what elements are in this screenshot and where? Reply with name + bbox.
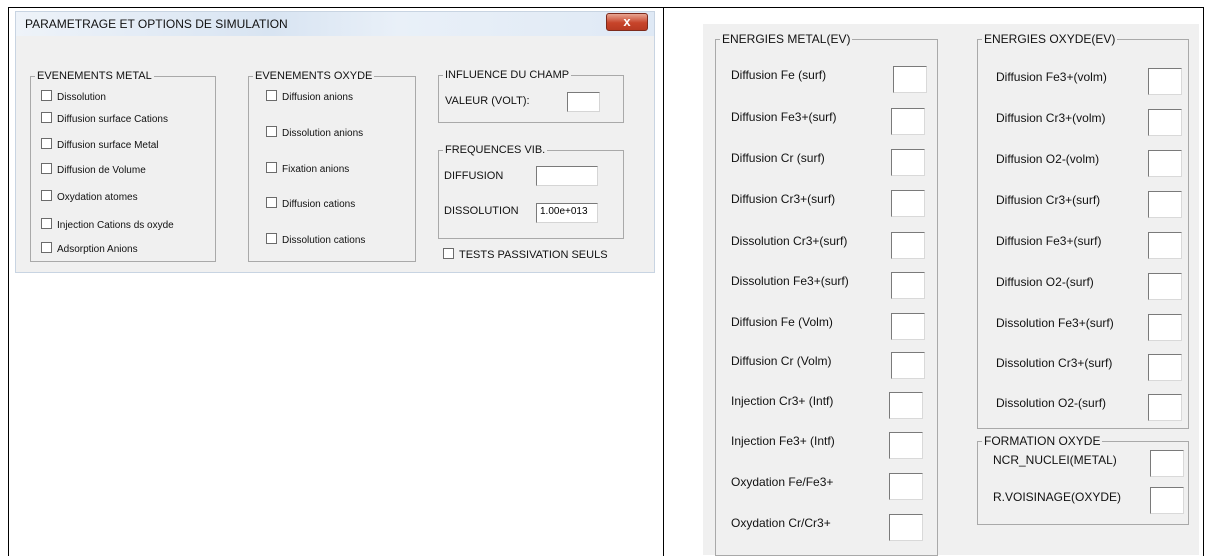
checkbox-diffusion-anions[interactable]: Diffusion anions xyxy=(266,90,353,103)
diffusion-freq-label: DIFFUSION xyxy=(444,170,504,182)
energy-metal-label-8: Injection Cr3+ (Intf) xyxy=(731,394,834,408)
energies-oxyde-legend: ENERGIES OXYDE(EV) xyxy=(984,32,1116,46)
checkbox-dissolution-cations[interactable]: Dissolution cations xyxy=(266,233,365,246)
energies-dialog: ENERGIES METAL(EV) Diffusion Fe (surf) D… xyxy=(703,24,1199,556)
energy-oxyde-label-3: Diffusion Cr3+(surf) xyxy=(996,193,1101,207)
checkbox-tests-passivation[interactable]: TESTS PASSIVATION SEULS xyxy=(443,248,608,261)
energy-oxyde-input-7[interactable] xyxy=(1148,354,1182,381)
checkbox-dissolution[interactable]: Dissolution xyxy=(41,90,106,103)
frame-divider xyxy=(663,7,664,556)
checkbox-oxydation-atomes[interactable]: Oxydation atomes xyxy=(41,190,138,203)
energy-metal-label-3: Diffusion Cr3+(surf) xyxy=(731,192,836,206)
formation-oxyde-legend: FORMATION OXYDE xyxy=(984,434,1101,448)
checkbox-diffusion-surface-metal[interactable]: Diffusion surface Metal xyxy=(41,138,159,151)
energy-metal-input-3[interactable] xyxy=(891,190,925,217)
checkbox-diffusion-surface-cations[interactable]: Diffusion surface Cations xyxy=(41,112,168,125)
energy-oxyde-label-5: Diffusion O2-(surf) xyxy=(996,275,1094,289)
energy-oxyde-input-6[interactable] xyxy=(1148,314,1182,341)
energy-metal-input-1[interactable] xyxy=(891,108,925,135)
ncr-nuclei-input[interactable] xyxy=(1150,450,1184,477)
frame-top-left xyxy=(8,7,9,556)
energy-oxyde-input-5[interactable] xyxy=(1148,273,1182,300)
energy-oxyde-label-6: Dissolution Fe3+(surf) xyxy=(996,316,1114,330)
energy-metal-input-0[interactable] xyxy=(893,66,927,93)
energy-metal-label-11: Oxydation Cr/Cr3+ xyxy=(731,516,831,530)
r-voisinage-input[interactable] xyxy=(1150,487,1184,514)
energy-oxyde-label-4: Diffusion Fe3+(surf) xyxy=(996,234,1102,248)
diffusion-freq-input[interactable] xyxy=(536,166,598,186)
valeur-volt-input[interactable] xyxy=(567,92,600,112)
energy-metal-label-5: Dissolution Fe3+(surf) xyxy=(731,274,849,288)
checkbox-dissolution-anions[interactable]: Dissolution anions xyxy=(266,126,363,139)
energy-oxyde-input-2[interactable] xyxy=(1148,150,1182,177)
frame-right xyxy=(1203,7,1204,556)
energy-oxyde-input-8[interactable] xyxy=(1148,394,1182,421)
energy-metal-input-11[interactable] xyxy=(889,514,923,541)
energy-metal-label-2: Diffusion Cr (surf) xyxy=(731,151,825,165)
energy-metal-input-10[interactable] xyxy=(889,473,923,500)
dissolution-freq-label: DISSOLUTION xyxy=(444,205,519,217)
energy-metal-input-7[interactable] xyxy=(891,352,925,379)
energy-oxyde-input-0[interactable] xyxy=(1148,68,1182,95)
energy-metal-label-0: Diffusion Fe (surf) xyxy=(731,68,827,82)
close-button[interactable]: x xyxy=(606,13,648,31)
valeur-volt-label: VALEUR (VOLT): xyxy=(445,95,530,107)
checkbox-diffusion-cations[interactable]: Diffusion cations xyxy=(266,197,355,210)
r-voisinage-label: R.VOISINAGE(OXYDE) xyxy=(993,490,1122,504)
ncr-nuclei-label: NCR_NUCLEI(METAL) xyxy=(993,453,1117,467)
checkbox-diffusion-volume[interactable]: Diffusion de Volume xyxy=(41,163,146,176)
evenements-oxyde-legend: EVENEMENTS OXYDE xyxy=(255,70,373,82)
energy-metal-label-4: Dissolution Cr3+(surf) xyxy=(731,234,848,248)
energy-oxyde-label-7: Dissolution Cr3+(surf) xyxy=(996,356,1113,370)
energy-metal-label-7: Diffusion Cr (Volm) xyxy=(731,354,832,368)
dissolution-freq-input[interactable]: 1.00e+013 xyxy=(536,203,598,223)
energy-metal-label-1: Diffusion Fe3+(surf) xyxy=(731,110,837,124)
energy-metal-input-2[interactable] xyxy=(891,149,925,176)
frame-top xyxy=(8,7,1204,8)
frequences-vib-group: FREQUENCES VIB. xyxy=(438,144,624,239)
energy-metal-input-8[interactable] xyxy=(889,392,923,419)
energy-metal-input-9[interactable] xyxy=(889,432,923,459)
energy-oxyde-label-1: Diffusion Cr3+(volm) xyxy=(996,111,1106,125)
energy-metal-input-5[interactable] xyxy=(891,272,925,299)
energy-oxyde-input-1[interactable] xyxy=(1148,109,1182,136)
energy-metal-label-9: Injection Fe3+ (Intf) xyxy=(731,434,835,448)
influence-champ-legend: INFLUENCE DU CHAMP xyxy=(445,69,570,81)
energy-oxyde-input-4[interactable] xyxy=(1148,232,1182,259)
checkbox-adsorption-anions[interactable]: Adsorption Anions xyxy=(41,242,138,255)
close-icon: x xyxy=(623,14,631,29)
checkbox-fixation-anions[interactable]: Fixation anions xyxy=(266,162,349,175)
energy-metal-input-6[interactable] xyxy=(891,313,925,340)
window-title: PARAMETRAGE ET OPTIONS DE SIMULATION xyxy=(25,17,288,31)
energy-metal-input-4[interactable] xyxy=(891,232,925,259)
evenements-metal-legend: EVENEMENTS METAL xyxy=(37,70,152,82)
energy-metal-label-6: Diffusion Fe (Volm) xyxy=(731,315,833,329)
energy-oxyde-label-8: Dissolution O2-(surf) xyxy=(996,396,1107,410)
energy-oxyde-label-2: Diffusion O2-(volm) xyxy=(996,152,1100,166)
energy-metal-label-10: Oxydation Fe/Fe3+ xyxy=(731,475,834,489)
energy-oxyde-input-3[interactable] xyxy=(1148,191,1182,218)
checkbox-injection-cations[interactable]: Injection Cations ds oxyde xyxy=(41,218,174,231)
energy-oxyde-label-0: Diffusion Fe3+(volm) xyxy=(996,70,1107,84)
frequences-vib-legend: FREQUENCES VIB. xyxy=(445,144,546,156)
simulation-options-dialog: PARAMETRAGE ET OPTIONS DE SIMULATION x E… xyxy=(15,11,655,273)
title-bar: PARAMETRAGE ET OPTIONS DE SIMULATION x xyxy=(16,12,654,36)
energies-metal-legend: ENERGIES METAL(EV) xyxy=(722,32,851,46)
